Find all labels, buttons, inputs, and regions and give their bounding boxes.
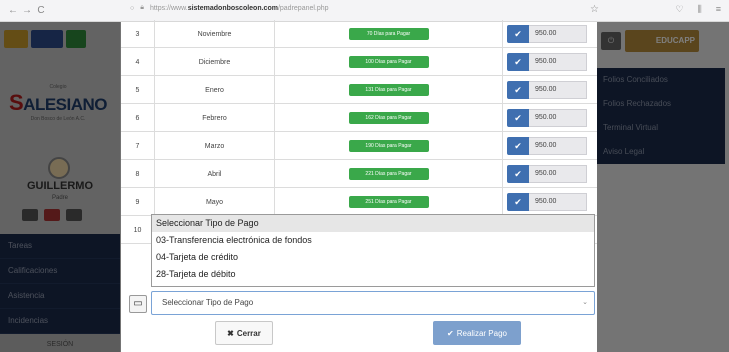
month-cell: Abril xyxy=(155,160,275,188)
payment-type-select[interactable]: Seleccionar Tipo de Pago ⌄ xyxy=(151,291,595,315)
chevron-down-icon: ⌄ xyxy=(582,299,588,306)
close-button[interactable]: ✖ Cerrar xyxy=(215,321,273,345)
library-icon[interactable]: ⫼ xyxy=(698,4,702,15)
dropdown-option[interactable]: 28-Tarjeta de débito xyxy=(152,266,594,283)
days-cell: 70 Días para Pagar xyxy=(275,20,503,48)
amount-cell: ✔ 950.00 xyxy=(503,132,597,160)
row-number: 10 xyxy=(121,216,155,244)
browser-toolbar: ← → C ○ 🔒︎ https://www.sistemadonboscole… xyxy=(0,0,729,22)
table-row: 5 Enero 131 Días para Pagar ✔ 950.00 xyxy=(121,76,597,104)
month-cell: Enero xyxy=(155,76,275,104)
menu-icon[interactable]: ≡ xyxy=(716,4,721,15)
close-icon: ✖ xyxy=(227,328,234,338)
table-row: 8 Abril 221 Días para Pagar ✔ 950.00 xyxy=(121,160,597,188)
address-bar[interactable]: ○ 🔒︎ https://www.sistemadonboscoleon.com… xyxy=(130,4,329,12)
days-cell: 162 Días para Pagar xyxy=(275,104,503,132)
bookmark-star-icon[interactable]: ☆ xyxy=(590,4,599,15)
pocket-icon[interactable]: ♡ xyxy=(676,4,684,15)
amount-field: 950.00 xyxy=(529,81,587,99)
row-number: 5 xyxy=(121,76,155,104)
check-icon[interactable]: ✔ xyxy=(507,193,529,211)
days-cell: 221 Días para Pagar xyxy=(275,160,503,188)
days-cell: 251 Días para Pagar xyxy=(275,188,503,216)
select-value: Seleccionar Tipo de Pago xyxy=(162,298,254,307)
row-number: 3 xyxy=(121,20,155,48)
month-cell: Febrero xyxy=(155,104,275,132)
month-cell: Mayo xyxy=(155,188,275,216)
shield-icon: ○ xyxy=(130,4,135,12)
month-cell: Diciembre xyxy=(155,48,275,76)
month-cell: Marzo xyxy=(155,132,275,160)
days-badge: 190 Días para Pagar xyxy=(348,140,429,152)
pay-button[interactable]: ✔ Realizar Pago xyxy=(433,321,521,345)
days-badge: 131 Días para Pagar xyxy=(348,84,429,96)
check-icon[interactable]: ✔ xyxy=(507,25,529,43)
days-badge: 70 Días para Pagar xyxy=(348,28,429,40)
amount-cell: ✔ 950.00 xyxy=(503,20,597,48)
table-row: 4 Diciembre 100 Días para Pagar ✔ 950.00 xyxy=(121,48,597,76)
check-icon[interactable]: ✔ xyxy=(507,165,529,183)
amount-field: 950.00 xyxy=(529,193,587,211)
reload-icon[interactable]: C xyxy=(34,5,48,16)
amount-cell: ✔ 950.00 xyxy=(503,160,597,188)
back-icon[interactable]: ← xyxy=(6,5,20,16)
days-badge: 162 Días para Pagar xyxy=(348,112,429,124)
row-number: 4 xyxy=(121,48,155,76)
table-row: 9 Mayo 251 Días para Pagar ✔ 950.00 xyxy=(121,188,597,216)
days-cell: 131 Días para Pagar xyxy=(275,76,503,104)
table-row: 3 Noviembre 70 Días para Pagar ✔ 950.00 xyxy=(121,20,597,48)
days-badge: 100 Días para Pagar xyxy=(348,56,429,68)
forward-icon[interactable]: → xyxy=(20,5,34,16)
row-number: 8 xyxy=(121,160,155,188)
table-row: 7 Marzo 190 Días para Pagar ✔ 950.00 xyxy=(121,132,597,160)
days-cell: 190 Días para Pagar xyxy=(275,132,503,160)
url-text: https://www.sistemadonboscoleon.com/padr… xyxy=(149,4,329,12)
payment-type-dropdown-list: Seleccionar Tipo de Pago 03-Transferenci… xyxy=(151,214,595,287)
amount-cell: ✔ 950.00 xyxy=(503,188,597,216)
row-number: 7 xyxy=(121,132,155,160)
month-cell: Noviembre xyxy=(155,20,275,48)
payment-modal: 3 Noviembre 70 Días para Pagar ✔ 950.00 4 Dici… xyxy=(121,20,597,352)
amount-field: 950.00 xyxy=(529,53,587,71)
amount-field: 950.00 xyxy=(529,137,587,155)
payment-type-row: ▭ Seleccionar Tipo de Pago ⌄ xyxy=(121,289,597,319)
amount-cell: ✔ 950.00 xyxy=(503,104,597,132)
days-cell: 100 Días para Pagar xyxy=(275,48,503,76)
row-number: 9 xyxy=(121,188,155,216)
check-icon[interactable]: ✔ xyxy=(507,81,529,99)
days-badge: 221 Días para Pagar xyxy=(348,168,429,180)
amount-cell: ✔ 950.00 xyxy=(503,48,597,76)
dropdown-option[interactable]: Seleccionar Tipo de Pago xyxy=(152,215,594,232)
dropdown-option[interactable]: 03-Transferencia electrónica de fondos xyxy=(152,232,594,249)
check-icon[interactable]: ✔ xyxy=(507,53,529,71)
amount-cell: ✔ 950.00 xyxy=(503,76,597,104)
credit-card-icon: ▭ xyxy=(129,295,147,313)
row-number: 6 xyxy=(121,104,155,132)
amount-field: 950.00 xyxy=(529,109,587,127)
check-icon[interactable]: ✔ xyxy=(507,137,529,155)
table-row: 6 Febrero 162 Días para Pagar ✔ 950.00 xyxy=(121,104,597,132)
check-icon: ✔ xyxy=(447,328,454,338)
dropdown-option[interactable]: 04-Tarjeta de crédito xyxy=(152,249,594,266)
days-badge: 251 Días para Pagar xyxy=(348,196,429,208)
lock-icon: 🔒︎ xyxy=(140,4,144,11)
amount-field: 950.00 xyxy=(529,25,587,43)
check-icon[interactable]: ✔ xyxy=(507,109,529,127)
amount-field: 950.00 xyxy=(529,165,587,183)
